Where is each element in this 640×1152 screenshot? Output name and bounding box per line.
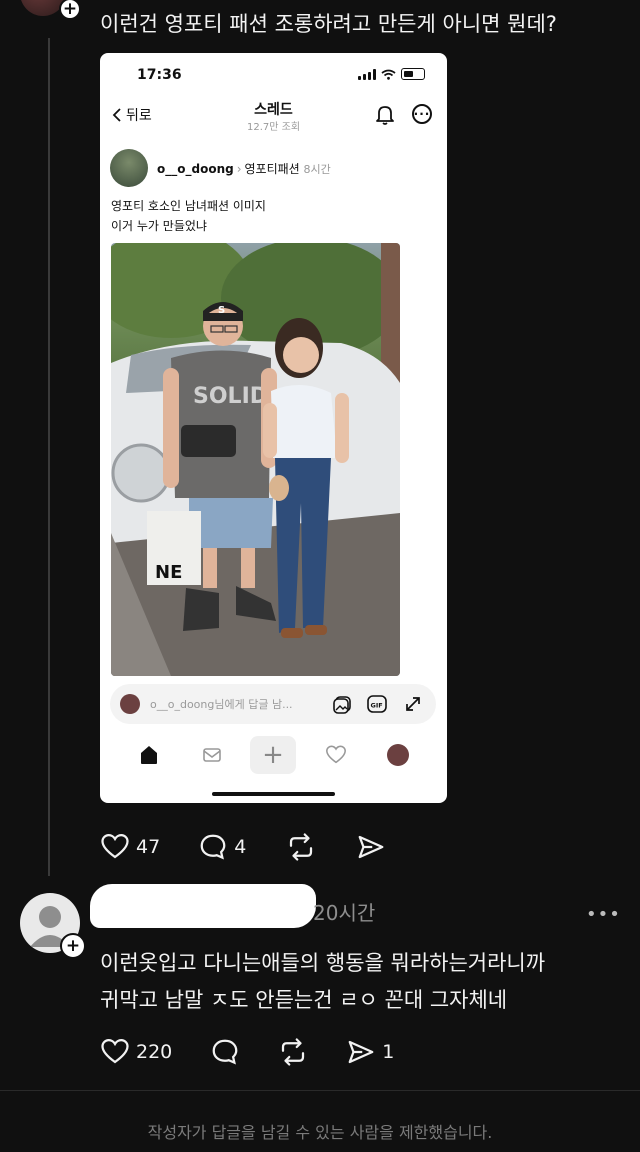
profile-avatar[interactable] bbox=[385, 733, 411, 777]
like-button[interactable]: 220 bbox=[100, 1037, 172, 1067]
embedded-screenshot[interactable]: 17:36 뒤로 스레드 12.7만 조회 ··· o__o_doong › 영포티… bbox=[100, 53, 447, 803]
svg-text:S: S bbox=[218, 305, 225, 316]
reply-input[interactable]: o__o_doong님에게 답글 남... GIF bbox=[110, 684, 436, 724]
expand-icon[interactable] bbox=[402, 693, 424, 715]
gif-icon[interactable]: GIF bbox=[366, 693, 388, 715]
repost-button[interactable] bbox=[278, 1037, 308, 1067]
post-time: 8시간 bbox=[303, 163, 331, 176]
comment-time: 20시간 bbox=[313, 901, 376, 925]
post-body-line: 이거 누가 만들었냐 bbox=[111, 219, 207, 233]
new-post-plus-icon[interactable]: + bbox=[250, 736, 296, 774]
more-options-icon[interactable]: ••• bbox=[586, 904, 621, 925]
svg-text:GIF: GIF bbox=[371, 702, 383, 710]
battery-icon bbox=[401, 68, 425, 80]
topic-tag[interactable]: 영포티패션 bbox=[245, 162, 300, 176]
post-photo[interactable]: S SOLID NE bbox=[111, 243, 400, 676]
heart-icon[interactable] bbox=[323, 733, 349, 777]
thread-line bbox=[48, 38, 50, 876]
author-username[interactable]: o__o_doong bbox=[157, 162, 234, 176]
post-body-line: 영포티 호소인 남녀패션 이미지 bbox=[111, 199, 266, 213]
couple-photo-illustration: S SOLID NE bbox=[111, 243, 400, 676]
heart-icon bbox=[101, 1038, 129, 1064]
image-icon[interactable] bbox=[332, 693, 354, 715]
divider bbox=[0, 1090, 640, 1091]
follow-plus-icon[interactable]: + bbox=[59, 0, 81, 20]
comment-line: 이런옷입고 다니는애들의 행동을 뭐라하는거라니까 bbox=[100, 951, 546, 975]
send-icon bbox=[348, 1040, 374, 1064]
signal-icon bbox=[358, 68, 376, 80]
share-count: 1 bbox=[382, 1041, 395, 1063]
like-count: 47 bbox=[136, 836, 161, 858]
like-count: 220 bbox=[136, 1041, 173, 1063]
reply-placeholder[interactable]: o__o_doong님에게 답글 남... bbox=[150, 696, 293, 712]
post-action-bar: 47 4 bbox=[100, 832, 386, 862]
chevron-right-icon: › bbox=[236, 162, 242, 176]
mail-icon[interactable] bbox=[199, 733, 225, 777]
share-button[interactable]: 1 bbox=[346, 1037, 394, 1067]
tab-bar: + bbox=[100, 733, 447, 777]
post-body: 영포티 호소인 남녀패션 이미지 이거 누가 만들었냐 bbox=[111, 196, 266, 236]
svg-text:NE: NE bbox=[155, 562, 182, 583]
redacted-username bbox=[90, 884, 316, 928]
author-avatar[interactable] bbox=[110, 149, 148, 187]
status-icons bbox=[358, 68, 425, 80]
home-icon[interactable] bbox=[136, 733, 162, 777]
like-button[interactable]: 47 bbox=[100, 832, 160, 862]
post-header: o__o_doong › 영포티패션 8시간 bbox=[157, 160, 331, 177]
reply-avatar bbox=[120, 694, 140, 714]
repost-button[interactable] bbox=[286, 832, 316, 862]
send-icon bbox=[358, 835, 384, 859]
home-indicator bbox=[212, 792, 335, 796]
repost-icon bbox=[290, 833, 313, 861]
comment-icon bbox=[212, 1039, 238, 1065]
comment-icon bbox=[200, 834, 226, 860]
comment-count: 4 bbox=[234, 836, 247, 858]
bell-icon[interactable] bbox=[374, 103, 396, 125]
comment-line: 귀막고 남말 ㅈ도 안듣는건 ㄹㅇ 꼰대 그자체네 bbox=[100, 988, 508, 1012]
comment-button[interactable] bbox=[210, 1037, 240, 1067]
comment-action-bar: 220 1 bbox=[100, 1037, 394, 1067]
reply-restriction-notice: 작성자가 답글을 남길 수 있는 사람을 제한했습니다. bbox=[147, 1123, 493, 1142]
repost-icon bbox=[282, 1038, 305, 1066]
post-text: 이런건 영포티 패션 조롱하려고 만든게 아니면 뭔데? bbox=[100, 12, 557, 36]
status-time: 17:36 bbox=[137, 67, 182, 83]
wifi-icon bbox=[381, 69, 396, 80]
comment-text: 이런옷입고 다니는애들의 행동을 뭐라하는거라니까 귀막고 남말 ㅈ도 안듣는건… bbox=[100, 945, 545, 1019]
more-options-icon[interactable]: ··· bbox=[412, 104, 432, 124]
svg-text:SOLID: SOLID bbox=[193, 384, 268, 409]
heart-icon bbox=[101, 833, 129, 859]
follow-plus-icon[interactable]: + bbox=[60, 933, 86, 959]
comment-button[interactable]: 4 bbox=[198, 832, 246, 862]
share-button[interactable] bbox=[356, 832, 386, 862]
